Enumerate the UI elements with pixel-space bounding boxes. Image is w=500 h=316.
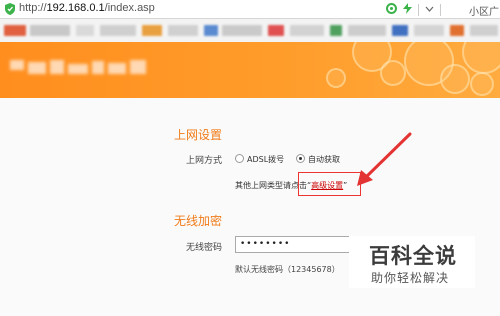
- browser-window: http://192.168.0.1/index.asp 小区广 上网设置 上网…: [0, 0, 500, 316]
- watermark-logo: 百科全说 助你轻松解决: [349, 236, 475, 288]
